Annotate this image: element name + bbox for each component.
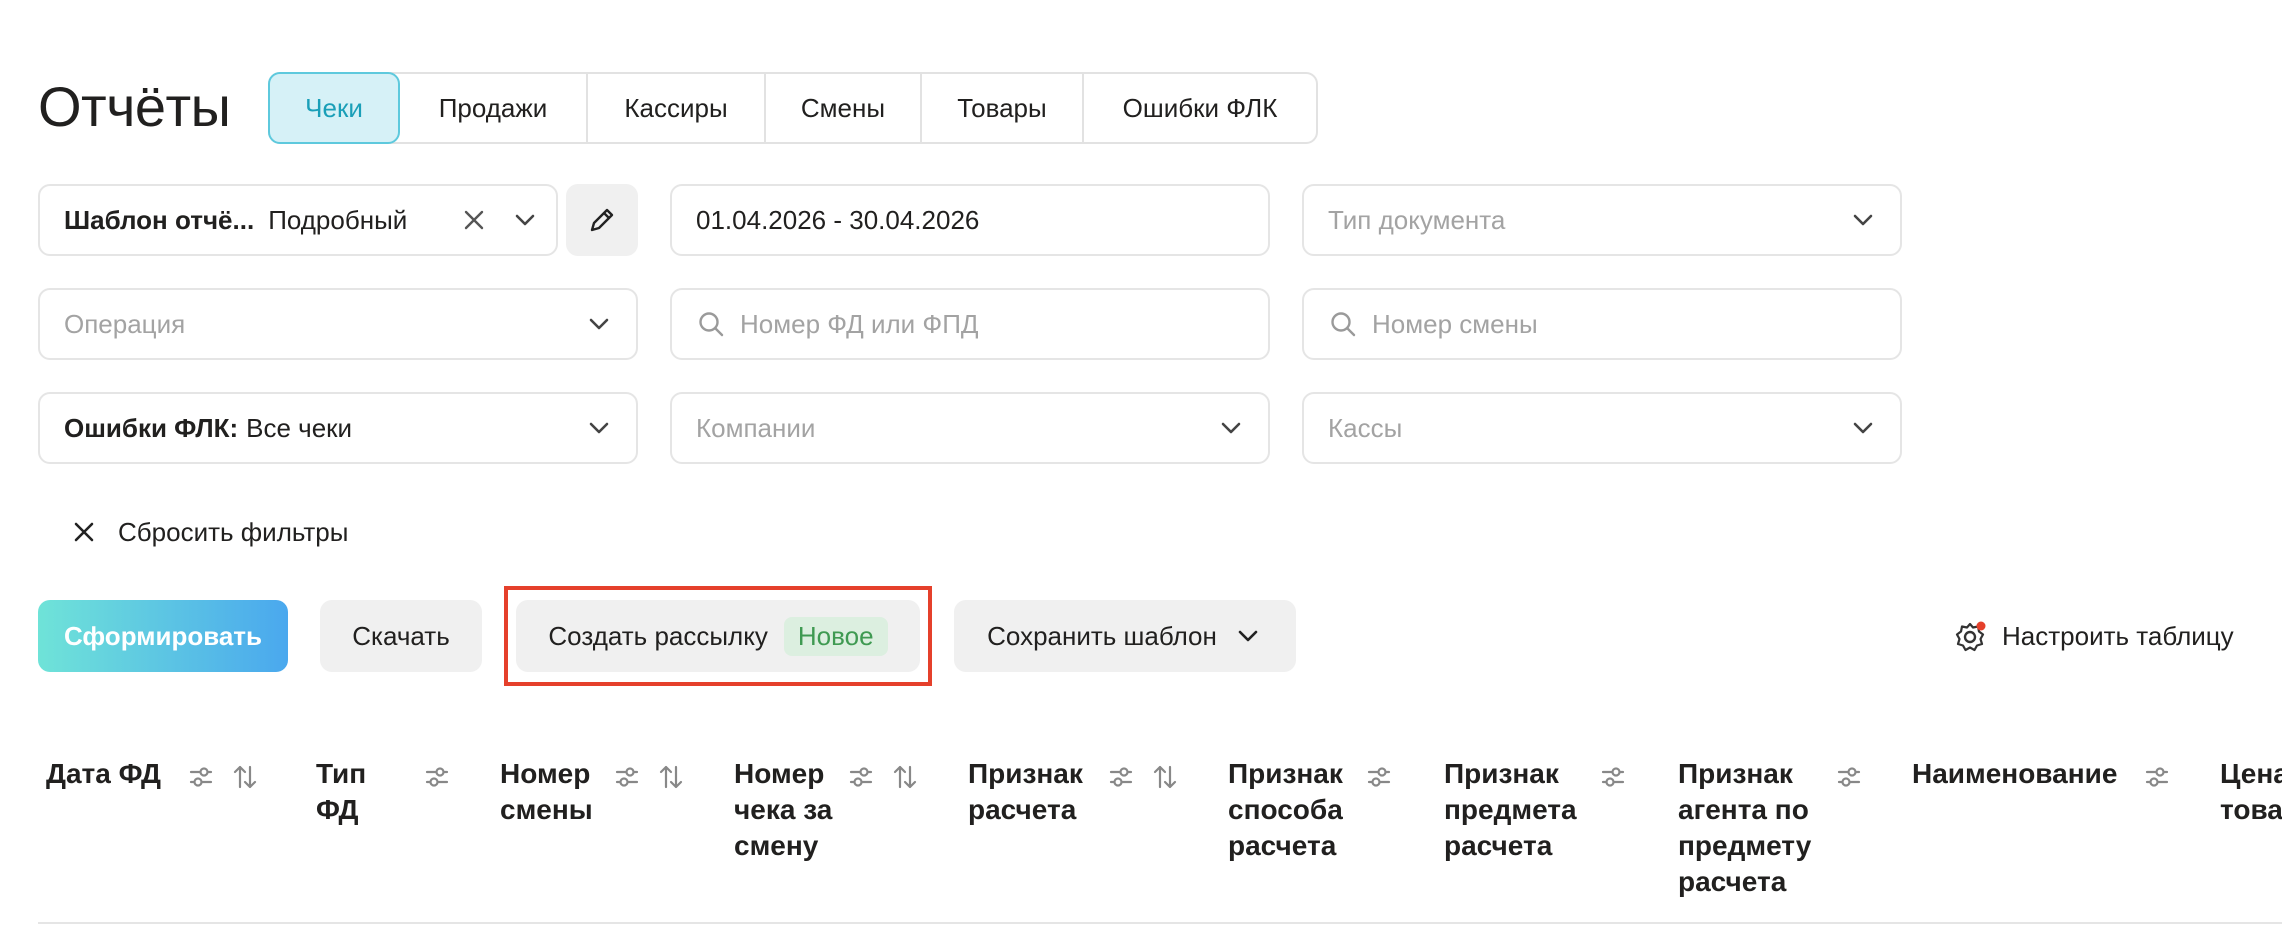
doc-type-select[interactable]: Тип документа	[1302, 184, 1902, 256]
chevron-down-icon	[1238, 630, 1258, 642]
filter-sliders-icon[interactable]	[1106, 762, 1136, 792]
search-icon	[1331, 312, 1356, 337]
template-select[interactable]: Шаблон отчё... Подробный	[38, 184, 558, 256]
column-controls	[1106, 762, 1194, 792]
configure-table-button[interactable]: Настроить таблицу	[1954, 618, 2234, 654]
table-header: Дата ФД Тип ФД Номер смены Номер чека за…	[0, 756, 2282, 926]
filter-sliders-icon[interactable]	[1364, 762, 1394, 792]
clear-icon[interactable]	[460, 206, 488, 234]
filter-sliders-icon[interactable]	[612, 762, 642, 792]
column-header: Признак предмета расчета	[1444, 758, 1577, 861]
column-controls	[422, 762, 466, 792]
sort-icon[interactable]	[230, 762, 260, 792]
create-mailing-button[interactable]: Создать рассылку Новое	[516, 600, 920, 672]
column-header: Цена товара	[2220, 758, 2282, 825]
filter-sliders-icon[interactable]	[2142, 762, 2172, 792]
create-mailing-label: Создать рассылку	[548, 620, 768, 651]
chevron-down-icon	[1221, 422, 1241, 434]
save-template-button[interactable]: Сохранить шаблон	[954, 600, 1296, 672]
column-header: Дата ФД	[46, 758, 162, 789]
flk-errors-value: Все чеки	[246, 412, 353, 443]
configure-table-label: Настроить таблицу	[2002, 620, 2234, 651]
chevron-down-icon	[589, 422, 609, 434]
save-template-label: Сохранить шаблон	[987, 620, 1217, 651]
column-header: Тип ФД	[316, 758, 367, 825]
filter-sliders-icon[interactable]	[1598, 762, 1628, 792]
tab-flk-errors[interactable]: Ошибки ФЛК	[1084, 74, 1316, 142]
column-header: Номер смены	[500, 758, 593, 825]
sort-icon[interactable]	[656, 762, 686, 792]
column-header: Признак расчета	[968, 758, 1083, 825]
reset-filters-label: Сбросить фильтры	[118, 516, 349, 547]
report-tabs: Чеки Продажи Кассиры Смены Товары Ошибки…	[268, 72, 1318, 144]
tab-cashiers[interactable]: Кассиры	[588, 74, 766, 142]
column-controls	[846, 762, 934, 792]
column-controls	[186, 762, 274, 792]
tab-goods[interactable]: Товары	[922, 74, 1084, 142]
new-badge: Новое	[783, 616, 888, 656]
template-label: Шаблон отчё...	[64, 204, 255, 235]
operation-select[interactable]: Операция	[38, 288, 638, 360]
header-divider	[38, 922, 2282, 924]
tab-shifts[interactable]: Смены	[766, 74, 922, 142]
flk-errors-select[interactable]: Ошибки ФЛК: Все чеки	[38, 392, 638, 464]
companies-select[interactable]: Компании	[670, 392, 1270, 464]
registers-placeholder: Кассы	[1328, 412, 1403, 443]
filter-sliders-icon[interactable]	[422, 762, 452, 792]
date-range-value: 01.04.2026 - 30.04.2026	[696, 204, 980, 235]
registers-select[interactable]: Кассы	[1302, 392, 1902, 464]
date-range-field[interactable]: 01.04.2026 - 30.04.2026	[670, 184, 1270, 256]
pencil-icon	[590, 208, 614, 232]
tab-checks[interactable]: Чеки	[268, 72, 400, 144]
fd-number-placeholder: Номер ФД или ФПД	[740, 308, 979, 339]
filter-sliders-icon[interactable]	[846, 762, 876, 792]
page-title: Отчёты	[38, 75, 231, 138]
fd-number-input[interactable]: Номер ФД или ФПД	[670, 288, 1270, 360]
generate-button[interactable]: Сформировать	[38, 600, 288, 672]
doc-type-placeholder: Тип документа	[1328, 204, 1506, 235]
column-controls	[1834, 762, 1878, 792]
chevron-down-icon	[1853, 422, 1873, 434]
reset-filters-button[interactable]: Сбросить фильтры	[70, 514, 348, 550]
template-value: Подробный	[268, 204, 408, 235]
tab-sales[interactable]: Продажи	[400, 74, 588, 142]
search-icon	[699, 312, 724, 337]
column-controls	[2142, 762, 2186, 792]
filter-sliders-icon[interactable]	[1834, 762, 1864, 792]
sort-icon[interactable]	[890, 762, 920, 792]
edit-template-button[interactable]	[566, 184, 638, 256]
shift-number-placeholder: Номер смены	[1372, 308, 1538, 339]
column-controls	[612, 762, 700, 792]
chevron-down-icon	[1853, 214, 1873, 226]
column-controls	[1598, 762, 1642, 792]
column-header: Признак способа расчета	[1228, 758, 1343, 861]
flk-errors-label: Ошибки ФЛК:	[64, 412, 239, 443]
operation-placeholder: Операция	[64, 308, 186, 339]
column-header: Наименование	[1912, 758, 2118, 789]
column-header: Признак агента по предмету расчета	[1678, 758, 1812, 897]
column-controls	[1364, 762, 1408, 792]
shift-number-input[interactable]: Номер смены	[1302, 288, 1902, 360]
column-header: Номер чека за смену	[734, 758, 833, 861]
close-icon	[74, 522, 94, 542]
chevron-down-icon	[589, 318, 609, 330]
filter-sliders-icon[interactable]	[186, 762, 216, 792]
download-button[interactable]: Скачать	[320, 600, 482, 672]
gear-icon	[1955, 621, 1986, 652]
sort-icon[interactable]	[1150, 762, 1180, 792]
chevron-down-icon	[515, 214, 535, 226]
companies-placeholder: Компании	[696, 412, 816, 443]
